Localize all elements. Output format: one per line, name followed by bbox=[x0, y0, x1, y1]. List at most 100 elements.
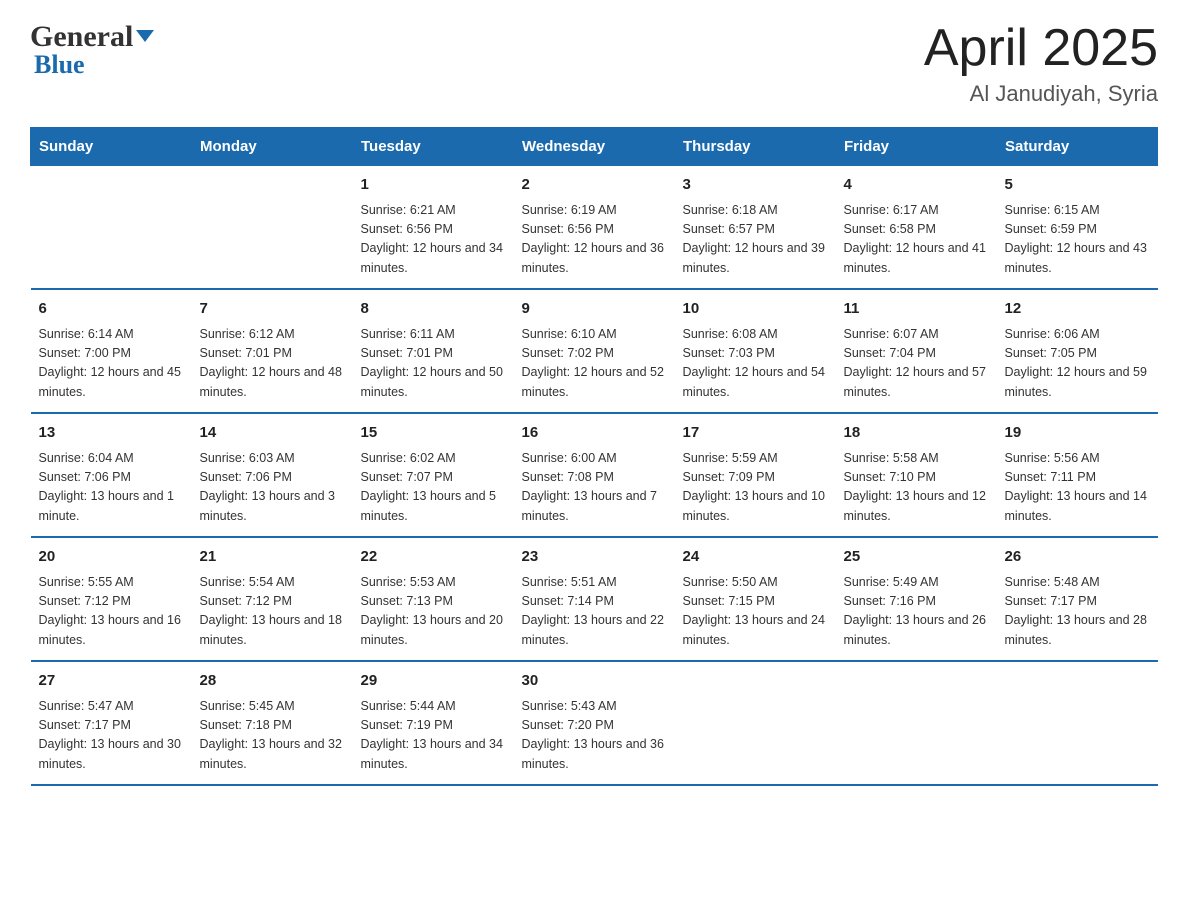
day-number: 1 bbox=[361, 174, 506, 197]
calendar-table: SundayMondayTuesdayWednesdayThursdayFrid… bbox=[30, 127, 1158, 786]
day-number: 17 bbox=[683, 422, 828, 445]
day-cell-2: 2 Sunrise: 6:19 AMSunset: 6:56 PMDaylight… bbox=[514, 166, 675, 290]
empty-cell bbox=[997, 661, 1158, 785]
day-cell-28: 28Sunrise: 5:45 AMSunset: 7:18 PMDayligh… bbox=[192, 661, 353, 785]
calendar-week-5: 27 Sunrise: 5:47 AMSunset: 7:17 PMDayligh… bbox=[31, 661, 1158, 785]
day-info: Sunrise: 5:54 AMSunset: 7:12 PMDaylight:… bbox=[200, 573, 345, 651]
day-cell-7: 7Sunrise: 6:12 AMSunset: 7:01 PMDaylight… bbox=[192, 289, 353, 413]
calendar-week-1: 1 Sunrise: 6:21 AMSunset: 6:56 PMDaylight… bbox=[31, 166, 1158, 290]
day-info: Sunrise: 6:07 AMSunset: 7:04 PMDaylight:… bbox=[844, 325, 989, 403]
day-cell-25: 25Sunrise: 5:49 AMSunset: 7:16 PMDayligh… bbox=[836, 537, 997, 661]
day-cell-22: 22Sunrise: 5:53 AMSunset: 7:13 PMDayligh… bbox=[353, 537, 514, 661]
day-info: Sunrise: 5:50 AMSunset: 7:15 PMDaylight:… bbox=[683, 573, 828, 651]
day-number: 11 bbox=[844, 298, 989, 321]
header-thursday: Thursday bbox=[675, 128, 836, 166]
day-cell-8: 8Sunrise: 6:11 AMSunset: 7:01 PMDaylight… bbox=[353, 289, 514, 413]
calendar-week-3: 13 Sunrise: 6:04 AMSunset: 7:06 PMDayligh… bbox=[31, 413, 1158, 537]
header-friday: Friday bbox=[836, 128, 997, 166]
header-monday: Monday bbox=[192, 128, 353, 166]
day-cell-20: 20 Sunrise: 5:55 AMSunset: 7:12 PMDayligh… bbox=[31, 537, 192, 661]
day-cell-12: 12 Sunrise: 6:06 AMSunset: 7:05 PMDayligh… bbox=[997, 289, 1158, 413]
day-cell-30: 30 Sunrise: 5:43 AMSunset: 7:20 PMDayligh… bbox=[514, 661, 675, 785]
day-cell-15: 15 Sunrise: 6:02 AMSunset: 7:07 PMDayligh… bbox=[353, 413, 514, 537]
day-number: 24 bbox=[683, 546, 828, 569]
day-number: 16 bbox=[522, 422, 667, 445]
empty-cell bbox=[31, 166, 192, 290]
day-info: Sunrise: 6:11 AMSunset: 7:01 PMDaylight:… bbox=[361, 325, 506, 403]
header-sunday: Sunday bbox=[31, 128, 192, 166]
day-cell-4: 4 Sunrise: 6:17 AMSunset: 6:58 PMDaylight… bbox=[836, 166, 997, 290]
day-cell-21: 21 Sunrise: 5:54 AMSunset: 7:12 PMDayligh… bbox=[192, 537, 353, 661]
header-saturday: Saturday bbox=[997, 128, 1158, 166]
day-number: 27 bbox=[39, 670, 184, 693]
day-info: Sunrise: 6:21 AMSunset: 6:56 PMDaylight:… bbox=[361, 201, 506, 279]
empty-cell bbox=[675, 661, 836, 785]
page-header: General Blue April 2025 Al Janudiyah, Sy… bbox=[30, 20, 1158, 107]
day-info: Sunrise: 5:59 AMSunset: 7:09 PMDaylight:… bbox=[683, 449, 828, 527]
day-info: Sunrise: 5:45 AMSunset: 7:18 PMDaylight:… bbox=[200, 697, 345, 775]
day-number: 23 bbox=[522, 546, 667, 569]
day-cell-1: 1 Sunrise: 6:21 AMSunset: 6:56 PMDaylight… bbox=[353, 166, 514, 290]
day-cell-6: 6 Sunrise: 6:14 AMSunset: 7:00 PMDaylight… bbox=[31, 289, 192, 413]
month-year-title: April 2025 bbox=[924, 20, 1158, 77]
day-info: Sunrise: 5:56 AMSunset: 7:11 PMDaylight:… bbox=[1005, 449, 1150, 527]
day-cell-10: 10Sunrise: 6:08 AMSunset: 7:03 PMDayligh… bbox=[675, 289, 836, 413]
day-info: Sunrise: 6:18 AMSunset: 6:57 PMDaylight:… bbox=[683, 201, 828, 279]
day-info: Sunrise: 6:17 AMSunset: 6:58 PMDaylight:… bbox=[844, 201, 989, 279]
day-info: Sunrise: 6:14 AMSunset: 7:00 PMDaylight:… bbox=[39, 325, 184, 403]
day-info: Sunrise: 6:19 AMSunset: 6:56 PMDaylight:… bbox=[522, 201, 667, 279]
day-number: 21 bbox=[200, 546, 345, 569]
day-cell-5: 5Sunrise: 6:15 AMSunset: 6:59 PMDaylight… bbox=[997, 166, 1158, 290]
calendar-week-2: 6 Sunrise: 6:14 AMSunset: 7:00 PMDaylight… bbox=[31, 289, 1158, 413]
day-info: Sunrise: 6:06 AMSunset: 7:05 PMDaylight:… bbox=[1005, 325, 1150, 403]
day-number: 30 bbox=[522, 670, 667, 693]
day-info: Sunrise: 6:03 AMSunset: 7:06 PMDaylight:… bbox=[200, 449, 345, 527]
day-number: 6 bbox=[39, 298, 184, 321]
day-number: 29 bbox=[361, 670, 506, 693]
day-info: Sunrise: 5:43 AMSunset: 7:20 PMDaylight:… bbox=[522, 697, 667, 775]
header-tuesday: Tuesday bbox=[353, 128, 514, 166]
day-number: 26 bbox=[1005, 546, 1150, 569]
header-wednesday: Wednesday bbox=[514, 128, 675, 166]
day-cell-3: 3 Sunrise: 6:18 AMSunset: 6:57 PMDaylight… bbox=[675, 166, 836, 290]
day-info: Sunrise: 6:12 AMSunset: 7:01 PMDaylight:… bbox=[200, 325, 345, 403]
day-cell-29: 29 Sunrise: 5:44 AMSunset: 7:19 PMDayligh… bbox=[353, 661, 514, 785]
day-info: Sunrise: 6:02 AMSunset: 7:07 PMDaylight:… bbox=[361, 449, 506, 527]
day-number: 15 bbox=[361, 422, 506, 445]
empty-cell bbox=[836, 661, 997, 785]
logo: General Blue bbox=[30, 20, 154, 80]
title-block: April 2025 Al Janudiyah, Syria bbox=[924, 20, 1158, 107]
day-number: 20 bbox=[39, 546, 184, 569]
day-number: 4 bbox=[844, 174, 989, 197]
day-info: Sunrise: 6:04 AMSunset: 7:06 PMDaylight:… bbox=[39, 449, 184, 527]
day-info: Sunrise: 5:47 AMSunset: 7:17 PMDaylight:… bbox=[39, 697, 184, 775]
day-info: Sunrise: 6:15 AMSunset: 6:59 PMDaylight:… bbox=[1005, 201, 1150, 279]
day-number: 13 bbox=[39, 422, 184, 445]
day-number: 10 bbox=[683, 298, 828, 321]
day-number: 25 bbox=[844, 546, 989, 569]
day-number: 19 bbox=[1005, 422, 1150, 445]
day-info: Sunrise: 6:00 AMSunset: 7:08 PMDaylight:… bbox=[522, 449, 667, 527]
day-cell-23: 23 Sunrise: 5:51 AMSunset: 7:14 PMDayligh… bbox=[514, 537, 675, 661]
day-info: Sunrise: 5:44 AMSunset: 7:19 PMDaylight:… bbox=[361, 697, 506, 775]
day-info: Sunrise: 5:55 AMSunset: 7:12 PMDaylight:… bbox=[39, 573, 184, 651]
day-number: 14 bbox=[200, 422, 345, 445]
day-info: Sunrise: 5:51 AMSunset: 7:14 PMDaylight:… bbox=[522, 573, 667, 651]
day-number: 22 bbox=[361, 546, 506, 569]
empty-cell bbox=[192, 166, 353, 290]
day-cell-24: 24 Sunrise: 5:50 AMSunset: 7:15 PMDayligh… bbox=[675, 537, 836, 661]
day-cell-17: 17 Sunrise: 5:59 AMSunset: 7:09 PMDayligh… bbox=[675, 413, 836, 537]
day-cell-16: 16 Sunrise: 6:00 AMSunset: 7:08 PMDayligh… bbox=[514, 413, 675, 537]
day-number: 3 bbox=[683, 174, 828, 197]
logo-general-text: General bbox=[30, 20, 133, 54]
day-cell-9: 9 Sunrise: 6:10 AMSunset: 7:02 PMDaylight… bbox=[514, 289, 675, 413]
day-cell-26: 26Sunrise: 5:48 AMSunset: 7:17 PMDayligh… bbox=[997, 537, 1158, 661]
day-cell-11: 11 Sunrise: 6:07 AMSunset: 7:04 PMDayligh… bbox=[836, 289, 997, 413]
calendar-week-4: 20 Sunrise: 5:55 AMSunset: 7:12 PMDayligh… bbox=[31, 537, 1158, 661]
day-number: 2 bbox=[522, 174, 667, 197]
calendar-header-row: SundayMondayTuesdayWednesdayThursdayFrid… bbox=[31, 128, 1158, 166]
day-number: 9 bbox=[522, 298, 667, 321]
day-number: 12 bbox=[1005, 298, 1150, 321]
day-cell-18: 18Sunrise: 5:58 AMSunset: 7:10 PMDayligh… bbox=[836, 413, 997, 537]
day-info: Sunrise: 6:10 AMSunset: 7:02 PMDaylight:… bbox=[522, 325, 667, 403]
